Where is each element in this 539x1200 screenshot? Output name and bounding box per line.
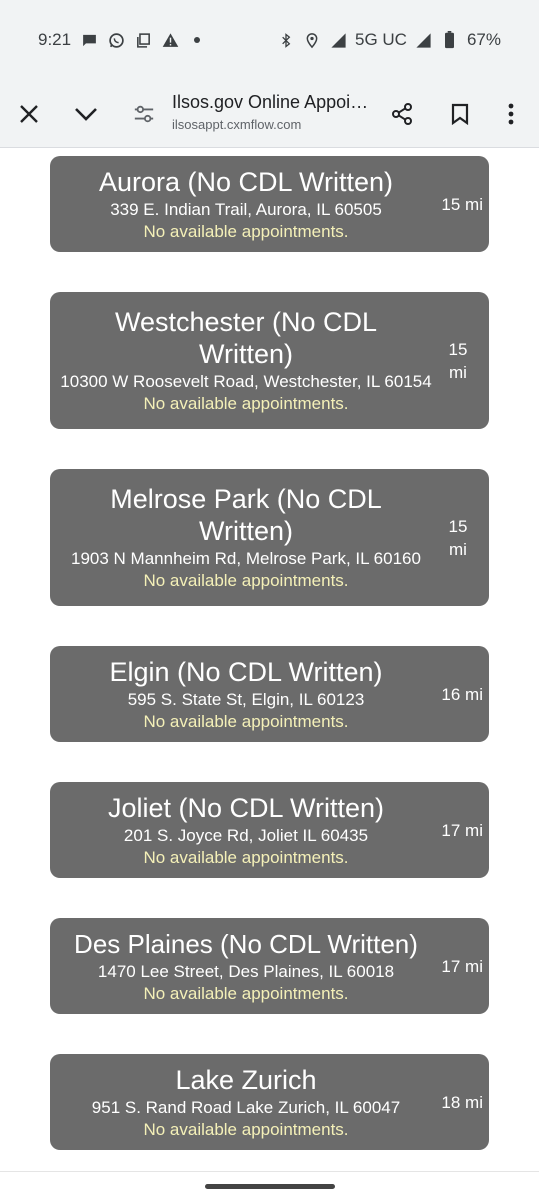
whatsapp-icon	[107, 31, 125, 49]
location-name: Melrose Park (No CDL Written)	[110, 484, 382, 546]
chevron-down-icon	[75, 108, 97, 121]
location-info: Lake Zurich 951 S. Rand Road Lake Zurich…	[50, 1054, 442, 1150]
location-name: Joliet (No CDL Written)	[107, 792, 385, 823]
network-label: 5G UC	[355, 30, 407, 49]
location-name: Elgin (No CDL Written)	[109, 656, 383, 687]
location-card[interactable]: Westchester (No CDL Written) 10300 W Roo…	[50, 292, 489, 429]
location-name: Des Plaines (No CDL Written)	[74, 928, 418, 959]
bookmark-button[interactable]	[440, 94, 480, 134]
page-url: ilsosappt.cxmflow.com	[172, 117, 302, 132]
bluetooth-icon	[277, 31, 295, 49]
status-left: 9:21	[38, 30, 206, 50]
navigation-bar	[0, 1171, 539, 1200]
battery-percent: 67%	[466, 30, 501, 49]
availability-status: No available appointments.	[143, 847, 349, 867]
location-card[interactable]: Lake Zurich 951 S. Rand Road Lake Zurich…	[50, 1054, 489, 1150]
location-address: 201 S. Joyce Rd, Joliet IL 60435	[123, 825, 369, 845]
availability-status: No available appointments.	[143, 1119, 349, 1139]
location-card[interactable]: Elgin (No CDL Written) 595 S. State St, …	[50, 646, 489, 742]
availability-status: No available appointments.	[143, 983, 349, 1003]
location-distance: 16 mi	[441, 684, 483, 704]
location-info: Melrose Park (No CDL Written) 1903 N Man…	[50, 469, 442, 606]
tune-icon	[134, 105, 154, 123]
status-right: 5G UC 67%	[277, 30, 501, 50]
location-distance: 15 mi	[448, 339, 468, 382]
minimize-button[interactable]	[66, 94, 106, 134]
location-name: Westchester (No CDL Written)	[114, 307, 378, 369]
more-options-button[interactable]	[491, 94, 531, 134]
location-card[interactable]: Joliet (No CDL Written) 201 S. Joyce Rd,…	[50, 782, 489, 878]
close-button[interactable]	[9, 94, 49, 134]
location-info: Aurora (No CDL Written) 339 E. Indian Tr…	[50, 156, 442, 252]
location-distance: 17 mi	[441, 956, 483, 976]
share-icon	[392, 103, 412, 125]
location-info: Des Plaines (No CDL Written) 1470 Lee St…	[50, 918, 442, 1014]
page-title-block[interactable]: Ilsos.gov Online Appoi… ilsosappt.cxmflo…	[172, 92, 382, 132]
location-address: 339 E. Indian Trail, Aurora, IL 60505	[110, 199, 382, 219]
location-address: 595 S. State St, Elgin, IL 60123	[127, 689, 365, 709]
location-distance: 15 mi	[441, 194, 483, 214]
location-info: Joliet (No CDL Written) 201 S. Joyce Rd,…	[50, 782, 442, 878]
location-address: 10300 W Roosevelt Road, Westchester, IL …	[60, 372, 432, 391]
status-time: 9:21	[38, 30, 72, 49]
browser-toolbar: Ilsos.gov Online Appoi… ilsosappt.cxmflo…	[0, 80, 539, 148]
warning-icon	[161, 31, 179, 49]
bookmark-icon	[451, 103, 469, 125]
copy-icon	[134, 31, 152, 49]
availability-status: No available appointments.	[143, 221, 349, 241]
location-info: Westchester (No CDL Written) 10300 W Roo…	[50, 292, 442, 429]
location-address: 1903 N Mannheim Rd, Melrose Park, IL 601…	[71, 549, 421, 568]
location-name: Aurora (No CDL Written)	[98, 166, 394, 197]
location-distance: 15 mi	[448, 516, 468, 559]
location-card[interactable]: Aurora (No CDL Written) 339 E. Indian Tr…	[50, 156, 489, 252]
share-button[interactable]	[382, 94, 422, 134]
location-name: Lake Zurich	[175, 1064, 317, 1095]
battery-icon	[441, 31, 459, 49]
location-distance: 18 mi	[441, 1092, 483, 1112]
location-card[interactable]: Des Plaines (No CDL Written) 1470 Lee St…	[50, 918, 489, 1014]
location-distance: 17 mi	[441, 820, 483, 840]
status-bar: 9:21 5G UC 67%	[0, 0, 539, 80]
signal-icon-2	[415, 31, 433, 49]
notification-dot-icon	[188, 31, 206, 49]
more-vert-icon	[508, 103, 514, 125]
availability-status: No available appointments.	[143, 711, 349, 731]
close-icon	[20, 105, 38, 123]
location-list: Aurora (No CDL Written) 339 E. Indian Tr…	[0, 148, 539, 1171]
location-address: 1470 Lee Street, Des Plaines, IL 60018	[97, 961, 395, 981]
page-title: Ilsos.gov Online Appoi…	[172, 92, 369, 112]
location-address: 951 S. Rand Road Lake Zurich, IL 60047	[91, 1097, 401, 1117]
signal-icon	[329, 31, 347, 49]
location-card[interactable]: Melrose Park (No CDL Written) 1903 N Man…	[50, 469, 489, 606]
availability-status: No available appointments.	[143, 571, 349, 590]
chat-bubble-icon	[80, 31, 98, 49]
home-gesture-handle[interactable]	[205, 1184, 335, 1189]
site-settings-button[interactable]	[124, 94, 164, 134]
location-info: Elgin (No CDL Written) 595 S. State St, …	[50, 646, 442, 742]
location-icon	[303, 31, 321, 49]
availability-status: No available appointments.	[143, 394, 349, 413]
